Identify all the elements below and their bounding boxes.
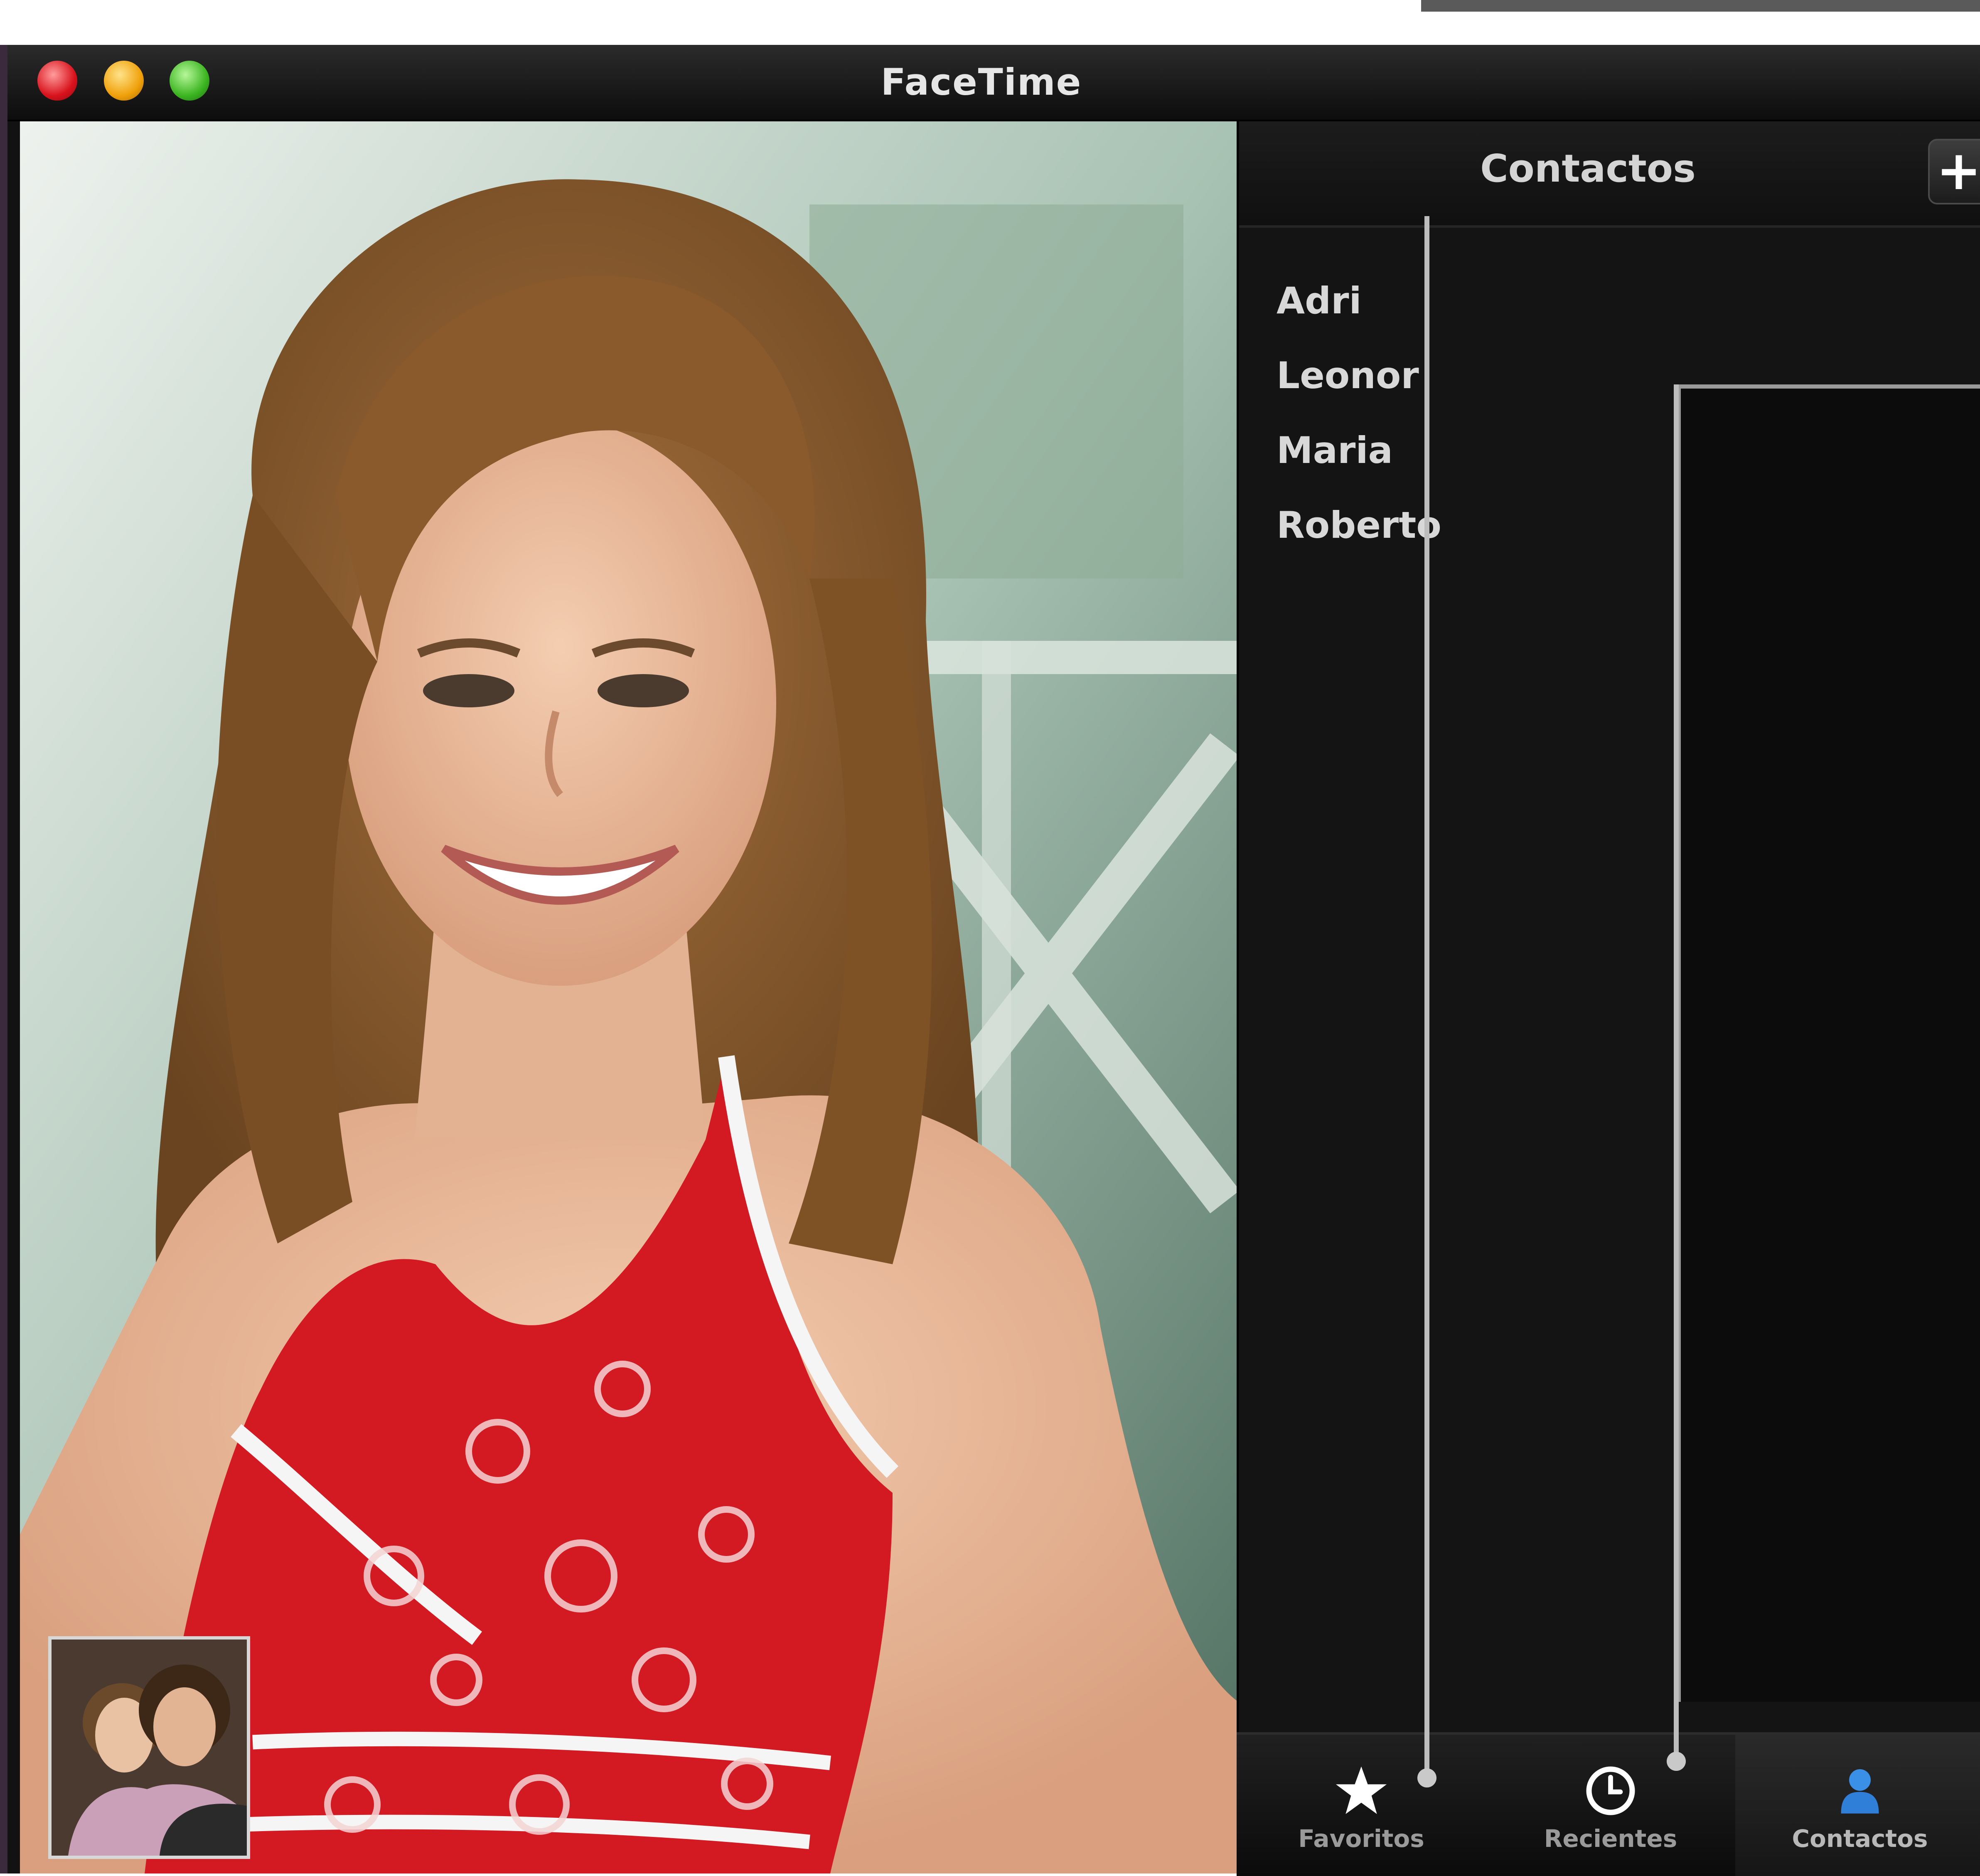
- contact-item-adri[interactable]: Adri: [1277, 279, 1362, 322]
- contacts-header: Contactos +: [1239, 121, 1980, 228]
- tab-contactos[interactable]: Contactos: [1735, 1735, 1980, 1876]
- clock-icon: [1586, 1766, 1635, 1815]
- window-title: FaceTime: [881, 61, 1082, 103]
- favoritos-callout-line: [1424, 216, 1429, 1779]
- favoritos-callout-dot: [1417, 1768, 1436, 1787]
- contact-item-roberto[interactable]: Roberto: [1277, 504, 1441, 547]
- contacts-title: Contactos: [1480, 146, 1696, 191]
- tab-bar: Favoritos Recientes Contactos: [1237, 1732, 1980, 1876]
- tab-label-contactos: Contactos: [1792, 1824, 1928, 1853]
- star-icon: [1336, 1766, 1387, 1814]
- tab-label-favoritos: Favoritos: [1298, 1824, 1424, 1853]
- remote-video-image: [20, 121, 1237, 1874]
- recientes-callout-line: [1674, 384, 1679, 1756]
- background-window-fragment: [1421, 0, 1980, 12]
- contact-item-maria[interactable]: Maria: [1277, 429, 1393, 472]
- self-view-image: [52, 1640, 247, 1856]
- self-view-preview[interactable]: [48, 1636, 250, 1859]
- recientes-callout-dot: [1667, 1752, 1686, 1771]
- tab-favoritos[interactable]: Favoritos: [1237, 1735, 1486, 1876]
- tab-recientes[interactable]: Recientes: [1486, 1735, 1735, 1876]
- title-bar[interactable]: FaceTime: [7, 45, 1980, 121]
- person-icon: [1841, 1769, 1879, 1814]
- contact-item-leonor[interactable]: Leonor: [1277, 354, 1419, 397]
- add-contact-button[interactable]: +: [1928, 139, 1980, 204]
- callout-box: [1677, 384, 1980, 1702]
- tab-label-recientes: Recientes: [1544, 1824, 1677, 1853]
- remote-video: [20, 121, 1237, 1874]
